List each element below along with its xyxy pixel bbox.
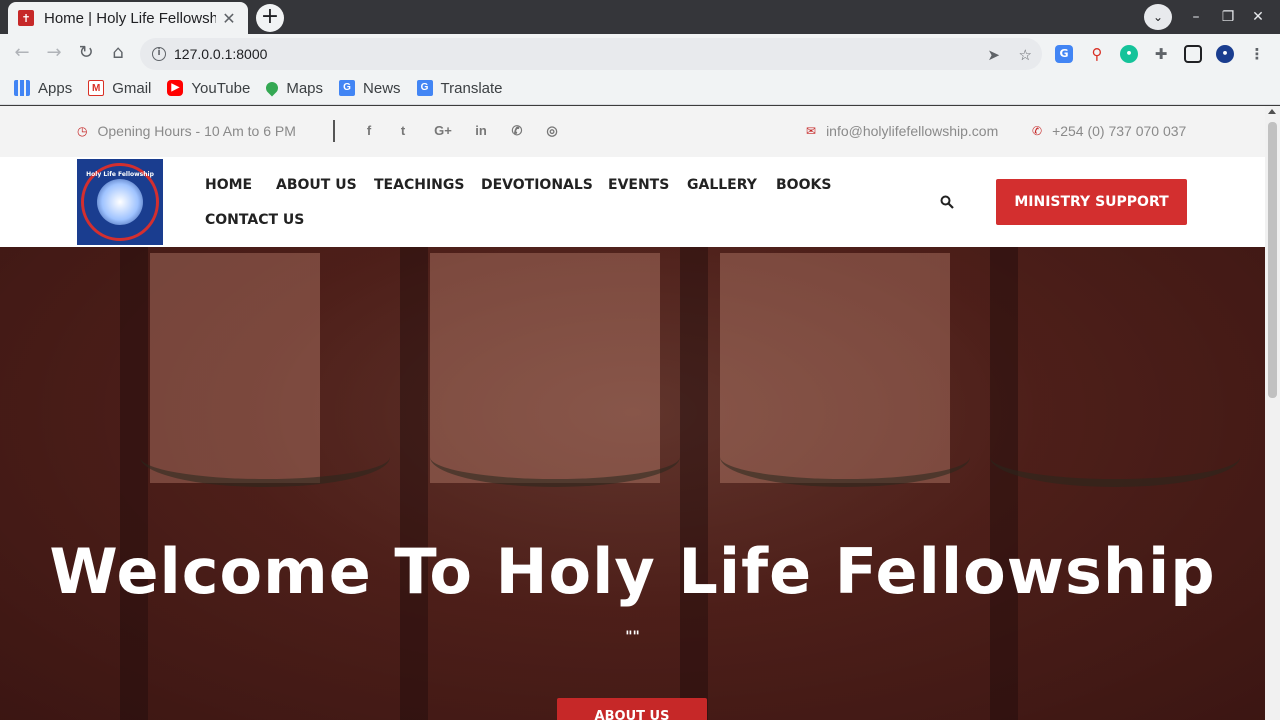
maps-icon bbox=[263, 79, 281, 97]
bookmark-gmail[interactable]: M Gmail bbox=[88, 80, 151, 97]
bookmark-label: Gmail bbox=[112, 79, 152, 97]
apps-grid-icon bbox=[14, 80, 30, 96]
main-navigation: Holy Life Fellowship HOME ABOUT US TEACH… bbox=[0, 157, 1265, 247]
about-us-button[interactable]: ABOUT US bbox=[557, 698, 707, 720]
scrollbar-thumb[interactable] bbox=[1268, 122, 1277, 398]
nav-gallery[interactable]: GALLERY bbox=[687, 177, 757, 193]
facebook-icon[interactable]: f bbox=[359, 123, 379, 138]
site-info-icon[interactable]: i bbox=[152, 47, 166, 61]
browser-menu-icon[interactable]: ⋮ bbox=[1248, 45, 1266, 63]
bookmarks-bar: Apps M Gmail ▶ YouTube Maps G News G Tra… bbox=[0, 72, 1280, 105]
hero-background-decor bbox=[120, 247, 148, 720]
nav-home[interactable]: HOME bbox=[205, 177, 252, 193]
translate-icon: G bbox=[416, 80, 433, 96]
page-viewport: ◷ Opening Hours - 10 Am to 6 PM f t G+ i… bbox=[0, 106, 1280, 720]
nav-contact-us[interactable]: CONTACT US bbox=[205, 212, 304, 228]
whatsapp-icon[interactable]: ✆ bbox=[507, 123, 527, 139]
bookmark-translate[interactable]: G Translate bbox=[416, 79, 503, 97]
logo-emblem: Holy Life Fellowship bbox=[81, 163, 159, 241]
gmail-icon: M bbox=[88, 80, 105, 96]
bookmark-label: YouTube bbox=[191, 79, 251, 97]
page-scrollbar[interactable] bbox=[1265, 106, 1280, 720]
site-favicon-icon: ✝ bbox=[18, 10, 34, 26]
close-tab-icon[interactable]: ✕ bbox=[220, 9, 238, 28]
forward-icon[interactable]: → bbox=[42, 41, 66, 65]
bookmark-news[interactable]: G News bbox=[339, 80, 401, 97]
bookmark-label: News bbox=[363, 79, 401, 97]
scroll-up-icon[interactable] bbox=[1268, 109, 1276, 114]
profile-avatar[interactable]: • bbox=[1216, 45, 1234, 63]
pin-extension-icon[interactable]: ⚲ bbox=[1088, 45, 1106, 63]
minimize-icon[interactable]: – bbox=[1186, 4, 1206, 30]
close-window-icon[interactable]: ✕ bbox=[1248, 4, 1268, 30]
grammarly-extension-icon[interactable]: • bbox=[1120, 45, 1138, 63]
instagram-icon[interactable]: ◎ bbox=[542, 123, 562, 139]
home-icon[interactable]: ⌂ bbox=[106, 41, 130, 65]
search-icon[interactable] bbox=[940, 195, 954, 209]
news-icon: G bbox=[339, 80, 356, 96]
bookmark-star-icon[interactable]: ☆ bbox=[1019, 46, 1032, 64]
reload-icon[interactable]: ↻ bbox=[74, 41, 98, 65]
browser-tab[interactable]: ✝ Home | Holy Life Fellowship ✕ bbox=[8, 2, 248, 34]
divider bbox=[333, 120, 335, 142]
extensions-puzzle-icon[interactable]: ✚ bbox=[1152, 45, 1170, 63]
hero-background-decor bbox=[990, 247, 1018, 720]
nav-events[interactable]: EVENTS bbox=[608, 177, 669, 193]
tab-title: Home | Holy Life Fellowship bbox=[44, 9, 216, 27]
hero-background-decor bbox=[720, 427, 970, 487]
phone-text: +254 (0) 737 070 037 bbox=[1052, 123, 1187, 139]
clock-icon: ◷ bbox=[77, 124, 88, 138]
new-tab-button[interactable]: + bbox=[256, 4, 284, 32]
hero-background-decor bbox=[400, 247, 428, 720]
logo-wordmark: Holy Life Fellowship bbox=[86, 171, 154, 178]
browser-tabstrip: ✝ Home | Holy Life Fellowship ✕ + ⌄ – ❐ … bbox=[0, 0, 1280, 34]
address-bar[interactable]: i 127.0.0.1:8000 ➤ ☆ bbox=[140, 38, 1042, 70]
envelope-icon: ✉ bbox=[806, 124, 817, 138]
send-tab-icon[interactable]: ➤ bbox=[987, 46, 1000, 64]
bookmark-label: Apps bbox=[38, 79, 73, 97]
nav-about-us[interactable]: ABOUT US bbox=[276, 177, 357, 193]
opening-hours: ◷ Opening Hours - 10 Am to 6 PM bbox=[77, 123, 296, 139]
hero-background-decor bbox=[430, 427, 680, 487]
hero-background-decor bbox=[990, 427, 1240, 487]
tab-search-icon[interactable]: ⌄ bbox=[1144, 4, 1172, 30]
hero-background-decor bbox=[680, 247, 708, 720]
browser-toolbar: ← → ↻ ⌂ i 127.0.0.1:8000 ➤ ☆ G ⚲ • ✚ • ⋮ bbox=[0, 34, 1280, 72]
top-info-bar: ◷ Opening Hours - 10 Am to 6 PM f t G+ i… bbox=[0, 106, 1265, 157]
restore-icon[interactable]: ❐ bbox=[1218, 4, 1238, 30]
youtube-icon: ▶ bbox=[167, 80, 184, 96]
hero-background-decor bbox=[140, 427, 390, 487]
twitter-icon[interactable]: t bbox=[393, 123, 413, 138]
side-panel-icon[interactable] bbox=[1184, 45, 1202, 63]
phone-icon: ✆ bbox=[1032, 124, 1043, 138]
email-text: info@holylifefellowship.com bbox=[826, 123, 999, 139]
nav-devotionals[interactable]: DEVOTIONALS bbox=[481, 177, 593, 193]
bookmark-label: Translate bbox=[440, 79, 503, 97]
google-translate-extension-icon[interactable]: G bbox=[1055, 45, 1073, 63]
hero-title: Welcome To Holy Life Fellowship bbox=[49, 535, 1216, 608]
google-plus-icon[interactable]: G+ bbox=[431, 123, 455, 138]
bookmark-apps[interactable]: Apps bbox=[14, 80, 72, 97]
linkedin-icon[interactable]: in bbox=[471, 123, 491, 138]
ministry-support-button[interactable]: MINISTRY SUPPORT bbox=[996, 179, 1187, 225]
contact-phone[interactable]: ✆ +254 (0) 737 070 037 bbox=[1032, 123, 1186, 139]
bookmark-label: Maps bbox=[286, 79, 324, 97]
contact-email[interactable]: ✉ info@holylifefellowship.com bbox=[806, 123, 998, 139]
hero-subtitle: "" bbox=[625, 629, 640, 645]
back-icon[interactable]: ← bbox=[10, 41, 34, 65]
hero-banner: Welcome To Holy Life Fellowship "" ABOUT… bbox=[0, 247, 1265, 720]
open-book-icon bbox=[97, 179, 143, 225]
nav-teachings[interactable]: TEACHINGS bbox=[374, 177, 464, 193]
site-logo[interactable]: Holy Life Fellowship bbox=[77, 159, 163, 245]
bookmark-maps[interactable]: Maps bbox=[263, 79, 324, 97]
url-text: 127.0.0.1:8000 bbox=[174, 46, 268, 62]
opening-hours-text: Opening Hours - 10 Am to 6 PM bbox=[97, 123, 296, 139]
nav-books[interactable]: BOOKS bbox=[776, 177, 831, 193]
bookmark-youtube[interactable]: ▶ YouTube bbox=[167, 80, 250, 97]
